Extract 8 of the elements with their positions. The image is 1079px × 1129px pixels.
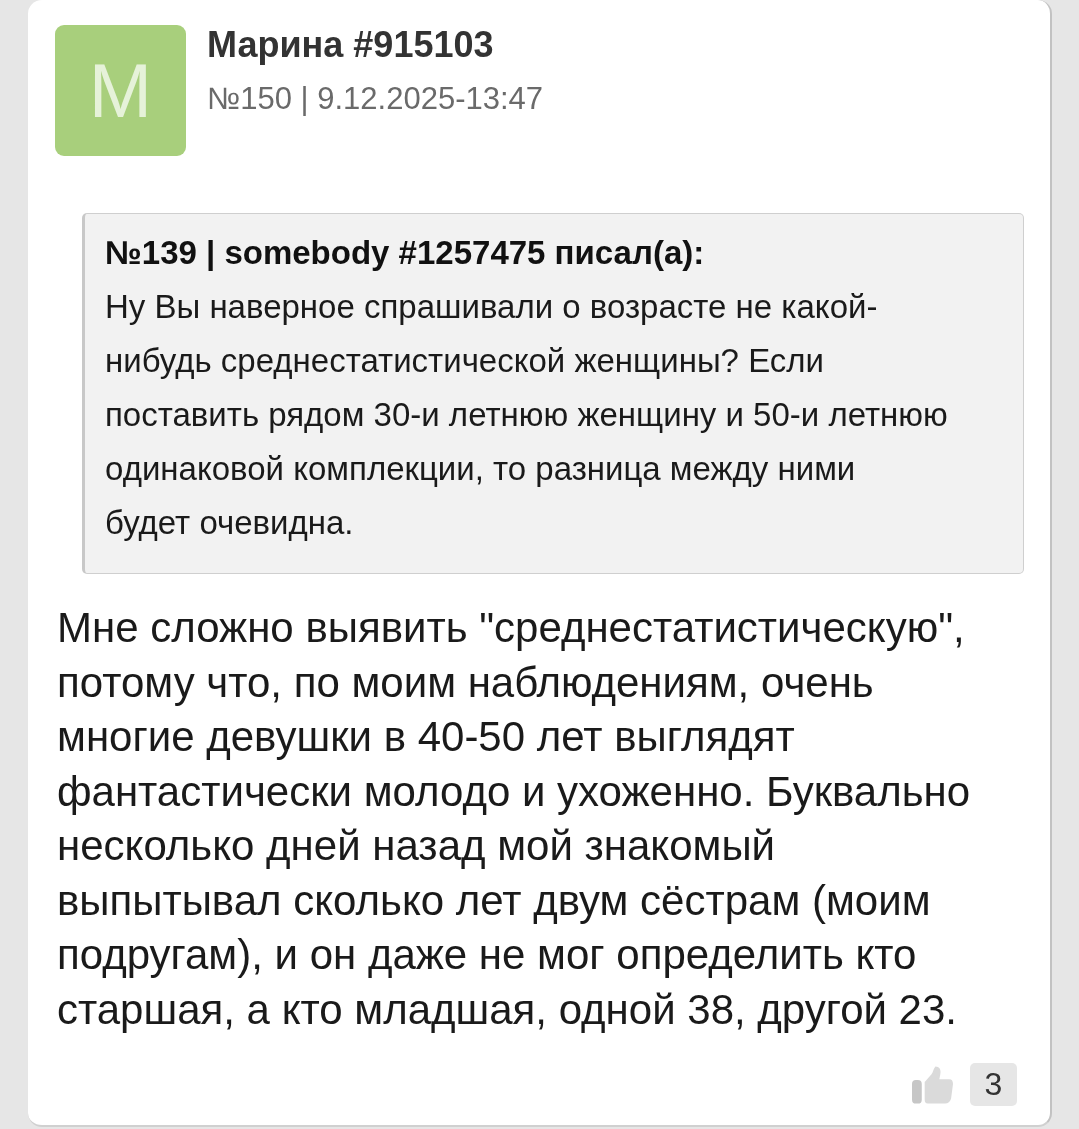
quote-text: Ну Вы наверное спрашивали о возрасте не какой- нибудь среднестатистической женщины? Если поставить рядом 30-и летнюю женщину и 50-и летнюю одинаковой комплекции, то разница между ними будет очевидна. xyxy=(105,287,949,543)
quote-header: №139 | somebody #1257475 писал(а): xyxy=(105,233,706,273)
thumbs-up-icon[interactable] xyxy=(912,1065,953,1104)
like-count: 3 xyxy=(970,1063,1017,1106)
post-meta: №150 | 9.12.2025-13:47 xyxy=(207,81,544,117)
author-name: Марина #915103 xyxy=(207,25,495,65)
post-text: Мне сложно выявить "среднестатистическую", потому что, по моим наблюдениям, очень многие девушки в 40-50 лет выглядят фантастически молодо и ухоженно. Буквально несколько дней назад мой знакомый выпытывал сколько лет двум сёстрам (моим подругам), и он даже не мог определить кто старшая, а кто младшая, одной 38, другой 23. xyxy=(57,603,972,1035)
avatar: M xyxy=(55,25,186,156)
